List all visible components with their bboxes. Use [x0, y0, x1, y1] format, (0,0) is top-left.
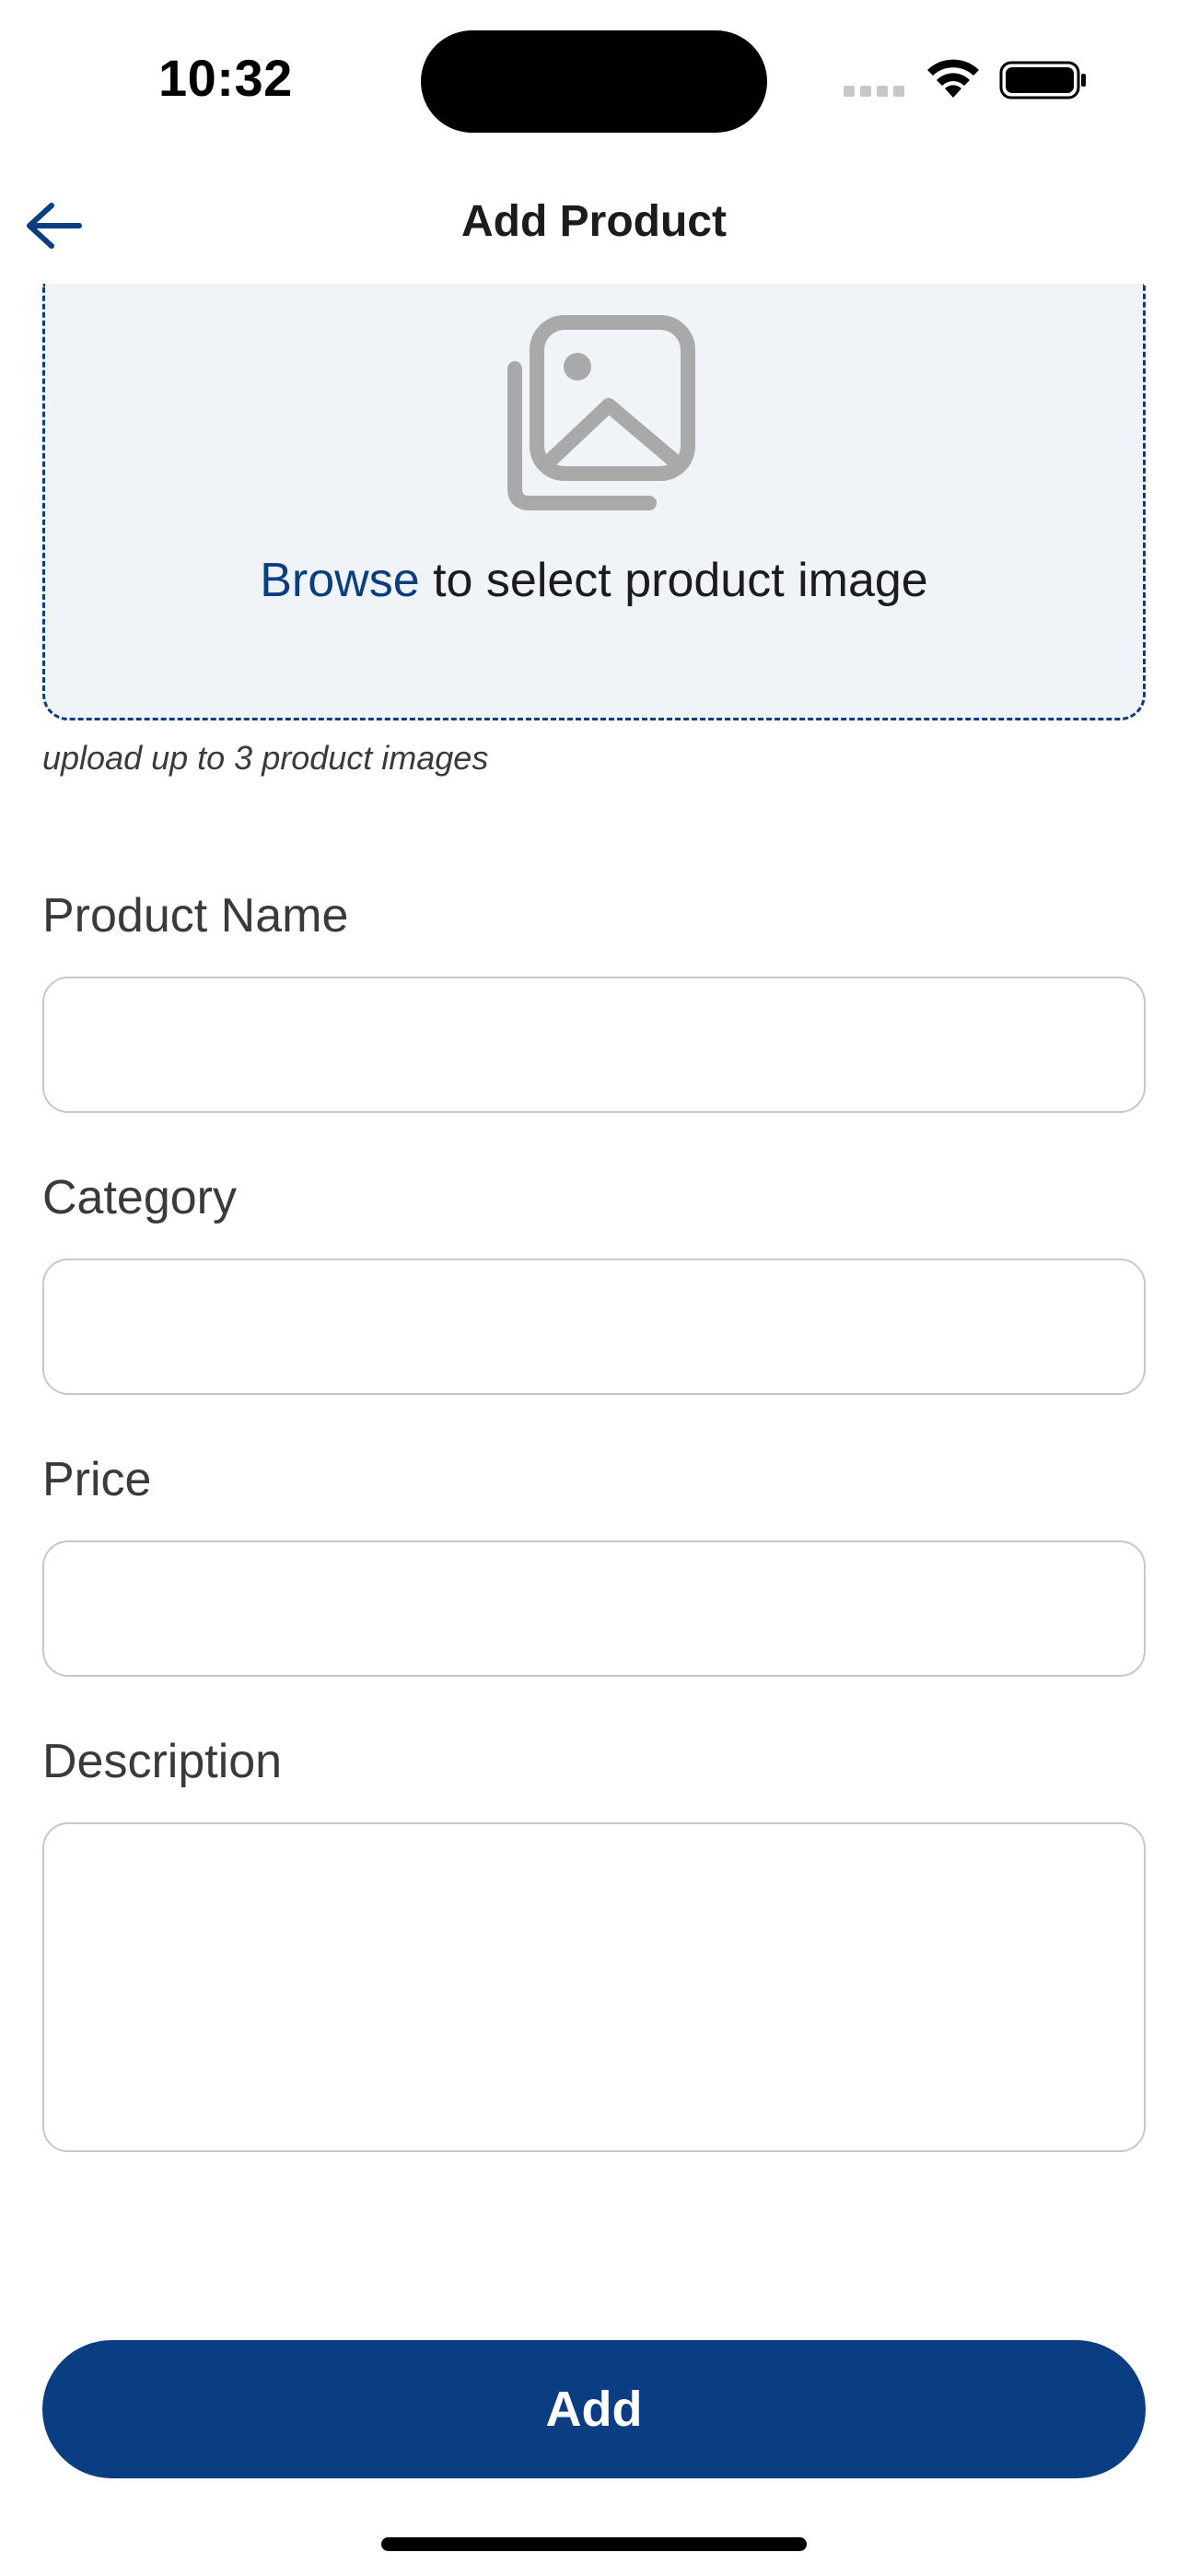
- price-label: Price: [42, 1453, 152, 1506]
- cellular-signal-icon: [844, 86, 906, 97]
- product-name-label: Product Name: [42, 889, 349, 943]
- dynamic-island: [421, 30, 767, 133]
- product-name-input[interactable]: [42, 977, 1146, 1113]
- upload-instruction-text: to select product image: [419, 554, 928, 607]
- status-bar: 10:32: [0, 0, 1188, 166]
- navigation-bar: Add Product: [0, 170, 1188, 281]
- category-input[interactable]: [42, 1259, 1146, 1395]
- add-product-screen: 10:32 Add Product Browse to select produ…: [0, 0, 1188, 2576]
- wifi-icon: [927, 59, 979, 98]
- image-upload-dropzone[interactable]: Browse to select product image: [42, 284, 1146, 720]
- status-time: 10:32: [158, 49, 293, 107]
- description-label: Description: [42, 1735, 283, 1788]
- page-title: Add Product: [461, 197, 727, 246]
- price-input[interactable]: [42, 1540, 1146, 1677]
- description-textarea[interactable]: [42, 1822, 1146, 2152]
- image-gallery-icon: [507, 315, 695, 510]
- home-indicator[interactable]: [381, 2537, 807, 2551]
- browse-link[interactable]: Browse: [260, 554, 419, 607]
- upload-instruction: Browse to select product image: [45, 553, 1143, 608]
- category-label: Category: [42, 1171, 237, 1224]
- add-button[interactable]: Add: [42, 2340, 1146, 2478]
- upload-hint: upload up to 3 product images: [42, 739, 489, 777]
- battery-icon: [999, 61, 1086, 100]
